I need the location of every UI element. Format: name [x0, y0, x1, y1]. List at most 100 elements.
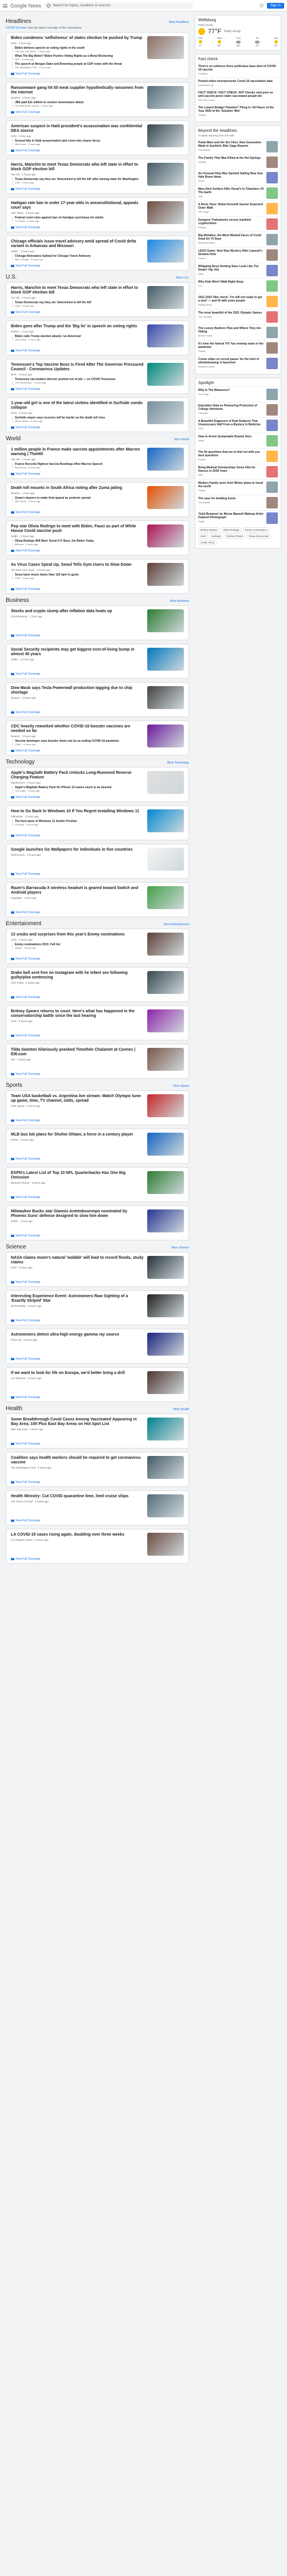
- side-item-thumbnail[interactable]: [266, 342, 278, 354]
- story-headline[interactable]: Social Security recipients may get bigge…: [11, 648, 144, 657]
- spotlight-item[interactable]: 'Gold Bonanza' by Myrna Manesh Makeup Ar…: [198, 510, 278, 526]
- story-headline[interactable]: As Virus Cases Spiral Up, Seoul Tells Gy…: [11, 563, 144, 567]
- story-headline[interactable]: American suspect in Haiti president's as…: [11, 124, 144, 134]
- story-headline[interactable]: MLB box lob plans for Shohei Ohtani, a f…: [11, 1133, 144, 1137]
- section-more-link[interactable]: More U.S.: [176, 276, 189, 280]
- full-coverage-link[interactable]: View Full Coverage: [11, 1196, 184, 1199]
- story-headline[interactable]: Chicago officials issue travel advisory …: [11, 240, 144, 249]
- side-item-thumbnail[interactable]: [266, 203, 278, 214]
- side-item-thumbnail[interactable]: [266, 218, 278, 230]
- side-item-headline[interactable]: Cruise ships on record pause 'for the ki…: [198, 358, 264, 365]
- section-title[interactable]: Science: [6, 1244, 26, 1250]
- story-thumbnail[interactable]: [147, 1133, 184, 1156]
- full-coverage-link[interactable]: View Full Coverage: [11, 749, 184, 753]
- story-headline[interactable]: Death toll mounts in South Africa riotin…: [11, 486, 144, 491]
- side-item-headline[interactable]: Dungeon Trainaments versus mankind crypt…: [198, 218, 264, 225]
- full-coverage-link[interactable]: View Full Coverage: [11, 834, 184, 837]
- section-more-link[interactable]: More Technology: [167, 761, 189, 765]
- side-item-headline[interactable]: The most beautiful of the 2021 Olympic G…: [198, 311, 264, 315]
- story-headline[interactable]: LA COVID-19 cases rising again, doubling…: [11, 1533, 144, 1537]
- apps-grid-icon[interactable]: [259, 3, 264, 7]
- side-item-headline[interactable]: Modern Family actor Ariel Winter plans t…: [198, 481, 264, 488]
- side-item-thumbnail[interactable]: [266, 404, 278, 416]
- story-thumbnail[interactable]: [147, 401, 184, 424]
- full-coverage-link[interactable]: View Full Coverage: [11, 426, 184, 429]
- fact-check-item[interactable]: Posted video misrepresents Covid-19 vacc…: [198, 77, 278, 89]
- full-coverage-link[interactable]: View Full Coverage: [11, 672, 184, 676]
- full-coverage-link[interactable]: View Full Coverage: [11, 1442, 184, 1446]
- story-thumbnail[interactable]: [147, 86, 184, 109]
- side-item-headline[interactable]: The Lowest Budget Timeline? Thing Is: Al…: [198, 106, 278, 113]
- side-item-thumbnail[interactable]: [266, 389, 278, 400]
- story-headline[interactable]: Coalition says health workers should be …: [11, 1456, 144, 1465]
- full-coverage-link[interactable]: View Full Coverage: [11, 996, 184, 999]
- full-coverage-link[interactable]: View Full Coverage: [11, 1234, 184, 1238]
- side-item-headline[interactable]: An Unusual Ship Was Spotted Sailing Near…: [198, 172, 264, 179]
- full-coverage-link[interactable]: View Full Coverage: [11, 1396, 184, 1399]
- side-item-headline[interactable]: Education Data as Pioneering Protection …: [198, 404, 264, 411]
- sign-in-button[interactable]: Sign in: [266, 2, 284, 9]
- story-thumbnail[interactable]: [147, 286, 184, 309]
- story-thumbnail[interactable]: [147, 886, 184, 909]
- side-item-headline[interactable]: The Luxury Bunkers Plan and Where They A…: [198, 327, 264, 334]
- spotlight-item[interactable]: Modern Family actor Ariel Winter plans t…: [198, 479, 278, 495]
- story-headline[interactable]: Milwaukee Bucks star Giannis Antetokounm…: [11, 1209, 144, 1219]
- side-item-thumbnail[interactable]: [266, 249, 278, 261]
- full-coverage-link[interactable]: View Full Coverage: [11, 1357, 184, 1361]
- spotlight-item[interactable]: The 50 questions that are to find out wi…: [198, 448, 278, 464]
- story-headline[interactable]: 13 snubs and surprises from this year's …: [11, 933, 144, 937]
- full-coverage-link[interactable]: View Full Coverage: [11, 226, 184, 229]
- story-thumbnail[interactable]: [147, 648, 184, 671]
- story-headline[interactable]: NASA claims moon's natural 'wobble' will…: [11, 1256, 144, 1265]
- story-headline[interactable]: ESPN's Latest List of Top 10 NFL Quarter…: [11, 1171, 144, 1180]
- side-item-thumbnail[interactable]: [266, 156, 278, 168]
- related-headline[interactable]: Texas Democrats say they are 'determined…: [15, 178, 144, 181]
- story-headline[interactable]: Some Breakthrough Covid Cases Among Vacc…: [11, 1418, 144, 1427]
- topic-tag[interactable]: South Africa: [198, 540, 217, 545]
- story-thumbnail[interactable]: [147, 971, 184, 994]
- fact-check-item[interactable]: The Lowest Budget Timeline? Thing Is: Al…: [198, 104, 278, 119]
- side-item-thumbnail[interactable]: [266, 497, 278, 508]
- side-item-thumbnail[interactable]: [266, 327, 278, 338]
- topic-tag[interactable]: Emmy nominations: [242, 527, 270, 533]
- story-thumbnail[interactable]: [147, 324, 184, 347]
- story-thumbnail[interactable]: [147, 809, 184, 832]
- full-coverage-link[interactable]: View Full Coverage: [11, 264, 184, 268]
- topic-tag[interactable]: Texas Democrats: [246, 534, 271, 539]
- story-headline[interactable]: Google launches Go Wallpapers for indivi…: [11, 848, 144, 852]
- fact-check-item[interactable]: FACT CHECK: FACT CHECK: AFP Checks viral…: [198, 89, 278, 104]
- story-thumbnail[interactable]: [147, 240, 184, 263]
- spotlight-item[interactable]: How to Arrive Sustainable Brands Here Wir…: [198, 433, 278, 448]
- section-title[interactable]: Business: [6, 597, 29, 604]
- section-title[interactable]: Health: [6, 1406, 22, 1412]
- spotlight-item[interactable]: A Beautiful Diagnosis of Real Subjects T…: [198, 417, 278, 433]
- side-item-headline[interactable]: Whipping Boys Hunting Stars Look Like 'F…: [198, 265, 264, 272]
- beyond-headlines-item[interactable]: Whipping Boys Hunting Stars Look Like 'F…: [198, 263, 278, 278]
- side-item-headline[interactable]: 2021-2022 Vibe check: 'I'm still not rea…: [198, 296, 264, 303]
- story-headline[interactable]: Dow Mask says Tesla Powerwall production…: [11, 686, 144, 695]
- section-title[interactable]: Entertainment: [6, 921, 41, 927]
- beyond-headlines-item[interactable]: Mars Next Surface Hills Visual's In Cham…: [198, 185, 278, 201]
- covid-news-link[interactable]: COVID-19 news:: [6, 26, 27, 30]
- full-coverage-link[interactable]: View Full Coverage: [11, 511, 184, 514]
- full-coverage-link[interactable]: View Full Coverage: [11, 634, 184, 637]
- full-coverage-link[interactable]: View Full Coverage: [11, 1119, 184, 1122]
- story-thumbnail[interactable]: [147, 163, 184, 186]
- side-item-thumbnail[interactable]: [266, 172, 278, 183]
- section-title[interactable]: Sports: [6, 1082, 22, 1089]
- story-thumbnail[interactable]: [147, 524, 184, 547]
- story-thumbnail[interactable]: [147, 1209, 184, 1232]
- story-thumbnail[interactable]: [147, 771, 184, 794]
- full-coverage-link[interactable]: View Full Coverage: [11, 588, 184, 591]
- story-thumbnail[interactable]: [147, 1456, 184, 1479]
- spotlight-item[interactable]: Education Data as Pioneering Protection …: [198, 402, 278, 417]
- story-headline[interactable]: Stocks and crypto slump after inflation …: [11, 609, 144, 614]
- side-item-thumbnail[interactable]: [266, 420, 278, 431]
- story-thumbnail[interactable]: [147, 848, 184, 871]
- spotlight-item[interactable]: The case for building boom The Atlantic: [198, 495, 278, 510]
- story-headline[interactable]: Pop star Olivia Rodrigo to meet with Bid…: [11, 524, 144, 534]
- full-coverage-link[interactable]: View Full Coverage: [11, 1557, 184, 1561]
- side-item-headline[interactable]: Mars Next Surface Hills Visual's In Cham…: [198, 187, 264, 194]
- story-thumbnail[interactable]: [147, 563, 184, 586]
- full-coverage-link[interactable]: View Full Coverage: [11, 711, 184, 714]
